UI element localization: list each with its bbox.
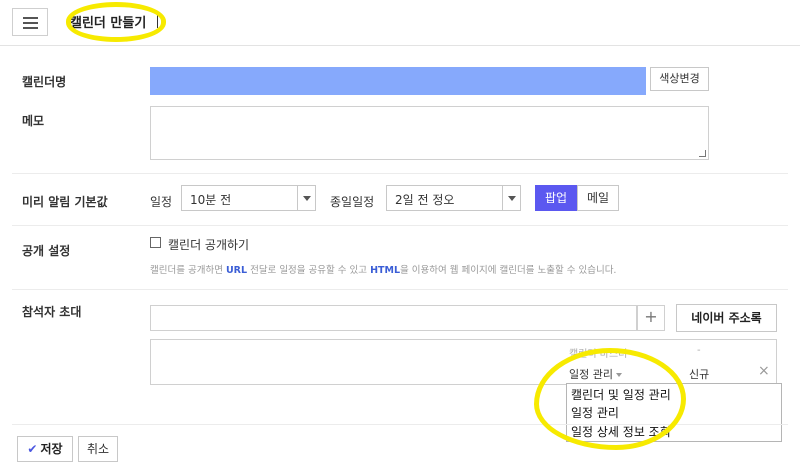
caret-down-icon	[508, 196, 516, 201]
dropdown-arrow-area	[297, 186, 315, 210]
html-keyword: HTML	[370, 265, 401, 276]
allday-alarm-label: 종일일정	[330, 195, 375, 209]
cancel-button[interactable]: 취소	[78, 436, 118, 462]
resize-grip-icon[interactable]	[699, 150, 706, 157]
allday-alarm-value: 2일 전 정오	[395, 193, 455, 207]
mail-alarm-button[interactable]: 메일	[577, 185, 619, 211]
url-keyword: URL	[225, 265, 248, 276]
attendee-search-input[interactable]	[150, 305, 637, 331]
dropdown-arrow-area	[502, 186, 520, 210]
section-divider	[12, 289, 788, 290]
allday-alarm-select[interactable]: 2일 전 정오	[386, 185, 521, 211]
check-icon: ✔	[27, 442, 38, 456]
memo-textarea[interactable]	[150, 106, 709, 160]
section-divider	[12, 173, 788, 174]
public-calendar-checkbox[interactable]	[150, 237, 161, 248]
section-divider	[12, 225, 788, 226]
add-attendee-button[interactable]: +	[637, 305, 665, 331]
highlight-annotation	[534, 348, 686, 450]
attendee-status: 신규	[689, 368, 710, 381]
close-icon[interactable]: ×	[758, 363, 770, 379]
public-calendar-checkbox-label[interactable]: 캘린더 공개하기	[168, 236, 249, 253]
caret-down-icon	[303, 196, 311, 201]
save-button[interactable]: ✔ 저장	[17, 436, 73, 462]
alarm-default-label: 미리 알림 기본값	[22, 195, 108, 209]
naver-address-book-button[interactable]: 네이버 주소록	[676, 304, 777, 332]
calendar-name-input[interactable]	[150, 67, 646, 95]
schedule-alarm-value: 10분 전	[190, 193, 232, 207]
attendee-list	[150, 339, 777, 385]
invite-attendees-label: 참석자 초대	[22, 305, 82, 319]
menu-button[interactable]	[12, 8, 48, 36]
public-setting-description: 캘린더를 공개하면 URL 전달로 일정을 공유할 수 있고 HTML을 이용하…	[150, 265, 617, 276]
schedule-alarm-label: 일정	[150, 195, 173, 209]
attendee-role-dash: -	[697, 345, 701, 356]
highlight-annotation	[66, 2, 166, 42]
popup-alarm-button[interactable]: 팝업	[535, 185, 577, 211]
calendar-name-label: 캘린더명	[22, 75, 67, 89]
change-color-button[interactable]: 색상변경	[650, 67, 709, 91]
public-setting-label: 공개 설정	[22, 244, 71, 258]
schedule-alarm-select[interactable]: 10분 전	[181, 185, 316, 211]
memo-label: 메모	[22, 114, 45, 128]
